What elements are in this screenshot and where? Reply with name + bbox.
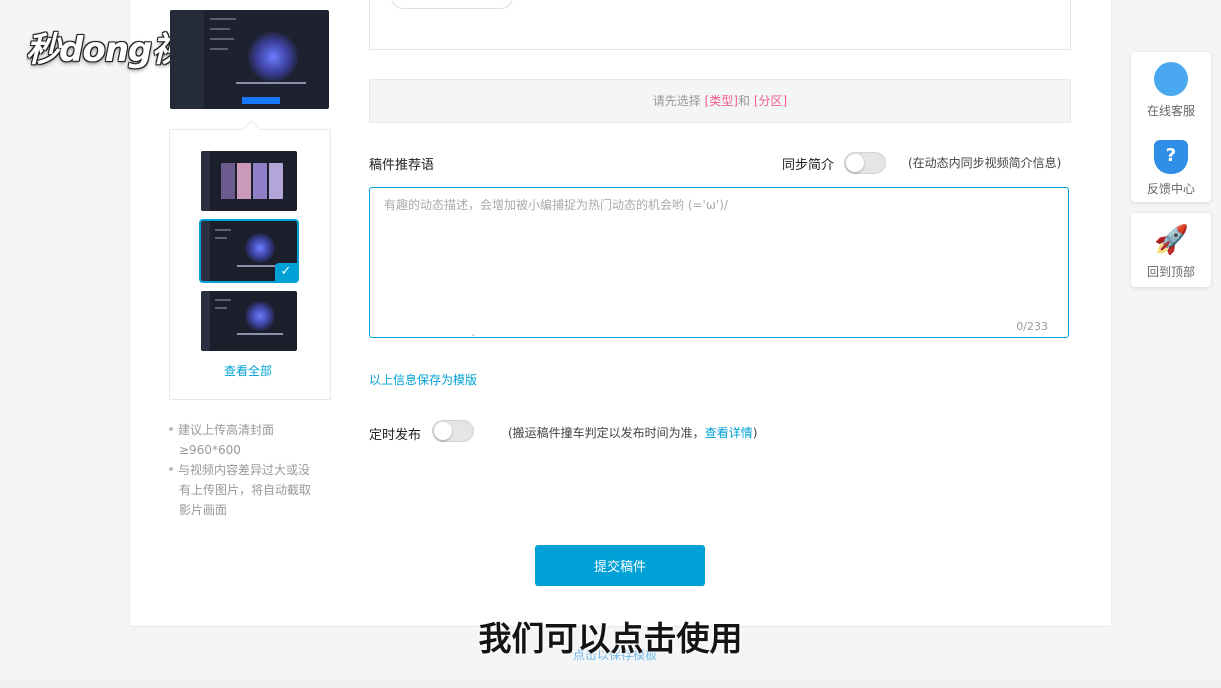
bullet-icon xyxy=(169,466,173,471)
tip-text: ≥960*600 xyxy=(179,443,241,457)
cover-preview xyxy=(170,10,329,109)
schedule-label: 定时发布 xyxy=(369,428,422,443)
schedule-note-text: (搬运稿件撞车判定以发布时间为准， xyxy=(508,426,705,440)
cover-thumbnail[interactable] xyxy=(201,151,297,211)
textarea-placeholder: 有趣的动态描述，会增加被小编捕捉为热门动态的机会哟 (='ω')/ xyxy=(384,198,728,212)
back-to-top-button[interactable]: 🚀 回到顶部 xyxy=(1131,213,1211,291)
side-top-card: 🚀 回到顶部 xyxy=(1131,213,1211,287)
toggle-knob xyxy=(846,154,864,172)
selected-check-icon: ✓ xyxy=(275,263,297,281)
previous-section-box xyxy=(369,0,1071,50)
bullet-icon xyxy=(169,426,173,431)
view-all-covers-link[interactable]: 查看全部 xyxy=(224,362,272,379)
sync-intro-label: 同步简介 xyxy=(782,158,835,173)
schedule-note-close: ) xyxy=(752,426,758,440)
toggle-knob xyxy=(434,422,452,440)
schedule-toggle[interactable] xyxy=(432,420,474,442)
side-service-card: 在线客服 ? 反馈中心 xyxy=(1131,52,1211,202)
online-service-label: 在线客服 xyxy=(1146,104,1195,118)
type-placeholder: [类型] xyxy=(704,94,738,108)
select-and: 和 xyxy=(738,94,754,108)
cover-thumbnail-panel: ✓ xyxy=(169,129,331,400)
cover-thumbnail[interactable] xyxy=(201,291,297,351)
page-bottom-strip xyxy=(0,680,1221,688)
resize-handle-icon[interactable]: ⌄ xyxy=(470,329,477,338)
cover-tips: 建议上传高清封面 ≥960*600 与视频内容差异过大或没 有上传图片，将自动截… xyxy=(169,420,319,520)
zone-placeholder: [分区] xyxy=(753,94,788,108)
tip-text: 建议上传高清封面 xyxy=(178,423,275,437)
option-pill[interactable] xyxy=(391,0,513,9)
tip-text: 与视频内容差异过大或没 xyxy=(178,463,311,477)
video-subtitle: 我们可以点击使用 xyxy=(478,619,743,658)
sync-intro-toggle[interactable] xyxy=(844,152,886,174)
feedback-center-label: 反馈中心 xyxy=(1146,182,1195,196)
tip-text: 影片画面 xyxy=(179,503,228,517)
schedule-note: (搬运稿件撞车判定以发布时间为准，查看详情) xyxy=(508,424,757,441)
submit-button[interactable]: 提交稿件 xyxy=(535,545,705,586)
recommend-textarea[interactable]: 有趣的动态描述，会增加被小编捕捉为热门动态的机会哟 (='ω')/ ⌄ 0/23… xyxy=(369,187,1069,338)
save-as-template-link[interactable]: 以上信息保存为模版 xyxy=(369,371,477,388)
feedback-center-button[interactable]: ? 反馈中心 xyxy=(1131,130,1211,208)
category-select-bar[interactable]: 请先选择 [类型]和 [分区] xyxy=(369,79,1071,123)
char-counter: 0/233 xyxy=(1016,320,1048,333)
question-shield-icon: ? xyxy=(1154,140,1188,174)
cover-thumbnail-selected[interactable]: ✓ xyxy=(199,219,299,283)
chat-bubble-icon xyxy=(1154,62,1188,96)
view-details-link[interactable]: 查看详情 xyxy=(705,426,753,440)
recommend-label: 稿件推荐语 xyxy=(369,158,435,173)
online-service-button[interactable]: 在线客服 xyxy=(1131,52,1211,130)
tip-text: 有上传图片，将自动截取 xyxy=(179,483,312,497)
rocket-icon: 🚀 xyxy=(1154,223,1189,256)
select-prompt: 请先选择 xyxy=(652,94,705,108)
back-to-top-label: 回到顶部 xyxy=(1146,265,1195,279)
sync-intro-note: (在动态内同步视频简介信息) xyxy=(908,156,1062,170)
